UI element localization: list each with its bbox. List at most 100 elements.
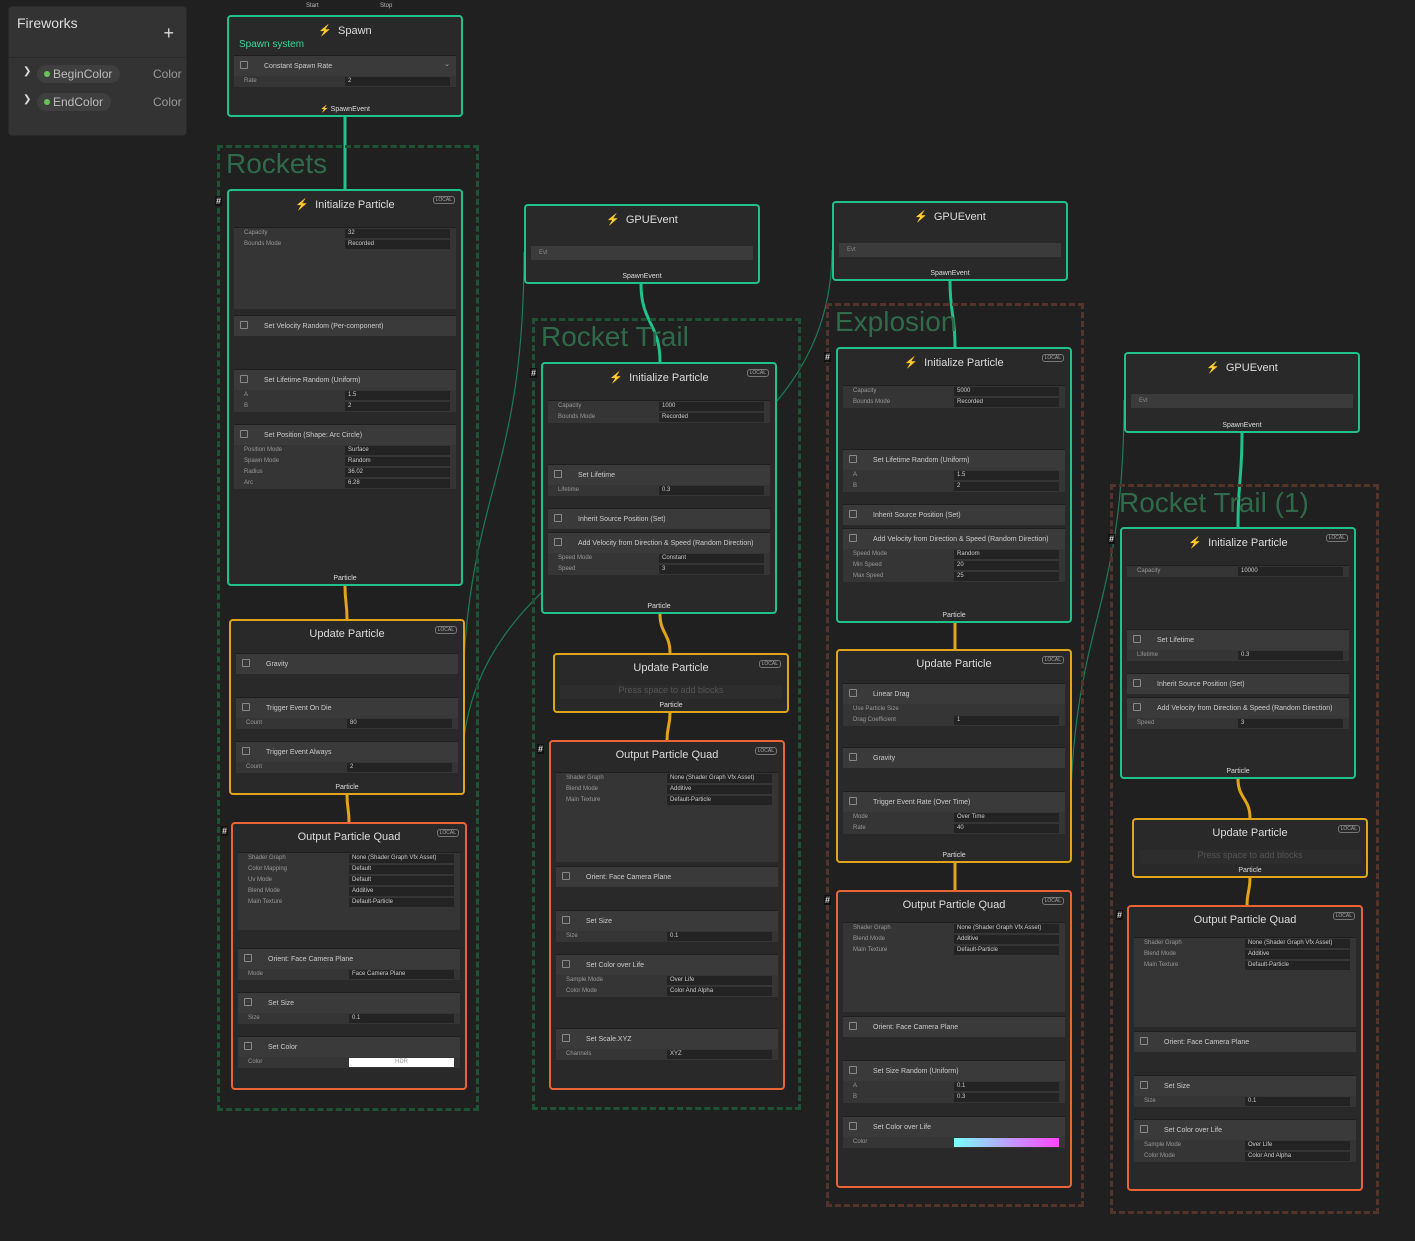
position-mode-select[interactable]: Surface (345, 446, 450, 455)
local-space-toggle[interactable]: LOCAL (1337, 825, 1360, 833)
flow-output[interactable]: SpawnEvent (1126, 422, 1358, 429)
block-toggle[interactable] (849, 1066, 857, 1074)
lifetime-a-field[interactable]: 1.5 (345, 391, 450, 400)
lifetime-field[interactable]: 0.3 (659, 486, 764, 495)
block-toggle[interactable] (1140, 1125, 1148, 1133)
capacity-field[interactable]: 1000 (659, 402, 764, 411)
color-mode-select[interactable]: Color And Alpha (1245, 1152, 1350, 1161)
block-toggle[interactable] (849, 689, 857, 697)
update-explosion[interactable]: Update Particle LOCAL Linear Drag Use Part… (836, 649, 1072, 863)
group-title[interactable]: Rockets (226, 148, 327, 180)
flow-output[interactable]: Particle (555, 702, 787, 709)
local-space-toggle[interactable]: LOCAL (746, 369, 769, 377)
blend-mode-select[interactable]: Additive (1245, 950, 1350, 959)
add-blocks-placeholder[interactable]: Press space to add blocks (560, 685, 782, 699)
block-toggle[interactable] (554, 538, 562, 546)
shader-graph-field[interactable]: None (Shader Graph Vfx Asset) (1245, 939, 1350, 948)
mode-select[interactable]: Face Camera Plane (349, 970, 454, 979)
speed-field[interactable]: 3 (1238, 719, 1343, 728)
drag-coefficient-field[interactable]: 1 (954, 716, 1059, 725)
local-space-toggle[interactable]: LOCAL (436, 829, 459, 837)
update-trail[interactable]: Update Particle LOCAL Press space to add … (553, 653, 789, 713)
uv-mode-select[interactable]: Default (349, 876, 454, 885)
initialize-explosion[interactable]: ⚡ Initialize Particle LOCAL Capacity 5000 Bo… (836, 347, 1072, 623)
main-texture-field[interactable]: Default-Particle (667, 796, 772, 805)
bounds-mode-select[interactable]: Recorded (659, 413, 764, 422)
size-field[interactable]: 0.1 (349, 1014, 454, 1023)
start-port-label[interactable]: Start (306, 3, 319, 9)
bounds-mode-select[interactable]: Recorded (954, 398, 1059, 407)
local-space-toggle[interactable]: LOCAL (1325, 534, 1348, 542)
blend-mode-select[interactable]: Additive (667, 785, 772, 794)
spawn-mode-select[interactable]: Random (345, 457, 450, 466)
block-toggle[interactable] (1140, 1037, 1148, 1045)
sample-mode-select[interactable]: Over Life (667, 976, 772, 985)
chevron-right-icon[interactable]: ❯ (23, 66, 31, 77)
update-trail-1[interactable]: Update Particle LOCAL Press space to add … (1132, 818, 1368, 878)
flow-output[interactable]: ⚡ SpawnEvent (229, 105, 461, 113)
local-space-toggle[interactable]: LOCAL (1041, 656, 1064, 664)
output-rockets[interactable]: Output Particle Quad LOCAL Shader Graph No… (231, 822, 467, 1090)
sample-mode-select[interactable]: Over Life (1245, 1141, 1350, 1150)
spawn-context[interactable]: ⚡ Spawn Spawn system Constant Spawn Rate ⌄… (227, 15, 463, 117)
size-field[interactable]: 0.1 (667, 932, 772, 941)
capacity-field[interactable]: 32 (345, 229, 450, 238)
block-toggle[interactable] (849, 753, 857, 761)
local-space-toggle[interactable]: LOCAL (758, 660, 781, 668)
shader-graph-field[interactable]: None (Shader Graph Vfx Asset) (954, 924, 1059, 933)
block-toggle[interactable] (1133, 703, 1141, 711)
gpu-event-3[interactable]: ⚡ GPUEvent Evt SpawnEvent (1124, 352, 1360, 433)
capacity-field[interactable]: 10000 (1238, 567, 1343, 576)
lifetime-b-field[interactable]: 2 (954, 482, 1059, 491)
add-property-button[interactable]: + (163, 23, 174, 44)
block-toggle[interactable] (240, 61, 248, 69)
local-space-toggle[interactable]: LOCAL (432, 196, 455, 204)
color-mapping-select[interactable]: Default (349, 865, 454, 874)
group-title[interactable]: Rocket Trail (1) (1119, 487, 1309, 519)
block-toggle[interactable] (240, 375, 248, 383)
initialize-trail[interactable]: ⚡ Initialize Particle LOCAL Capacity 1000 Bo… (541, 362, 777, 614)
capacity-field[interactable]: 5000 (954, 387, 1059, 396)
property-end-color[interactable]: ❯ EndColor Color (23, 93, 183, 111)
speed-mode-select[interactable]: Random (954, 550, 1059, 559)
evt-input-port[interactable]: Evt (1131, 394, 1353, 408)
block-toggle[interactable] (849, 1022, 857, 1030)
chevron-right-icon[interactable]: ❯ (23, 94, 31, 105)
block-toggle[interactable] (562, 872, 570, 880)
initialize-rockets[interactable]: ⚡ Initialize Particle LOCAL Capacity 32 Bou… (227, 189, 463, 586)
local-space-toggle[interactable]: LOCAL (1041, 354, 1064, 362)
shader-graph-field[interactable]: None (Shader Graph Vfx Asset) (667, 774, 772, 783)
size-b-field[interactable]: 0.3 (954, 1093, 1059, 1102)
main-texture-field[interactable]: Default-Particle (954, 946, 1059, 955)
flow-output[interactable]: Particle (231, 784, 463, 791)
block-toggle[interactable] (849, 1122, 857, 1130)
rate-field[interactable]: 2 (345, 77, 450, 86)
blend-mode-select[interactable]: Additive (954, 935, 1059, 944)
add-blocks-placeholder[interactable]: Press space to add blocks (1139, 850, 1361, 864)
block-toggle[interactable] (849, 510, 857, 518)
block-toggle[interactable] (554, 514, 562, 522)
group-title[interactable]: Explosion (835, 306, 956, 338)
gpu-event-2[interactable]: ⚡ GPUEvent Evt SpawnEvent (832, 201, 1068, 281)
block-toggle[interactable] (244, 1042, 252, 1050)
block-constant-spawn-rate[interactable]: Constant Spawn Rate ⌄ Rate 2 (234, 55, 456, 87)
speed-mode-select[interactable]: Constant (659, 554, 764, 563)
evt-input-port[interactable]: Evt (531, 246, 753, 260)
size-field[interactable]: 0.1 (1245, 1097, 1350, 1106)
chevron-down-icon[interactable]: ⌄ (444, 60, 450, 68)
block-toggle[interactable] (554, 470, 562, 478)
min-speed-field[interactable]: 20 (954, 561, 1059, 570)
local-space-toggle[interactable]: LOCAL (754, 747, 777, 755)
flow-output[interactable]: Particle (543, 603, 775, 610)
update-rockets[interactable]: Update Particle LOCAL Gravity Trigger Eve… (229, 619, 465, 795)
block-toggle[interactable] (1133, 679, 1141, 687)
rate-field[interactable]: 40 (954, 824, 1059, 833)
flow-output[interactable]: Particle (229, 575, 461, 582)
lifetime-field[interactable]: 0.3 (1238, 651, 1343, 660)
channels-select[interactable]: XYZ (667, 1050, 772, 1059)
block-toggle[interactable] (1140, 1081, 1148, 1089)
property-begin-color[interactable]: ❯ BeginColor Color (23, 65, 183, 83)
stop-port-label[interactable]: Stop (380, 3, 392, 9)
block-toggle[interactable] (562, 1034, 570, 1042)
output-explosion[interactable]: Output Particle Quad LOCAL Shader Graph No… (836, 890, 1072, 1188)
